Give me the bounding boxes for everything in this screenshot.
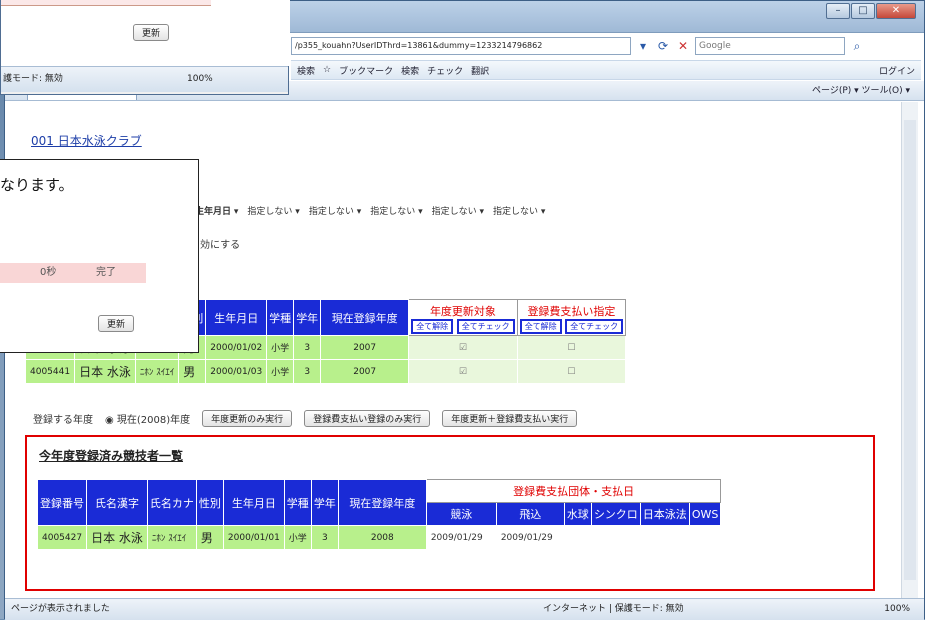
popup-message: なります。 <box>0 176 74 194</box>
progress-strip <box>1 0 211 6</box>
toolbar: 検索 ☆ ブックマーク 検索 チェック 翻訳 ログイン <box>291 60 921 80</box>
renew-checkbox[interactable]: ☑ <box>408 359 518 384</box>
table-row: 4005441 日本 水泳 ﾆﾎﾝ ｽｲｴｲ 男 2000/01/03 小学 3… <box>24 359 627 384</box>
registered-list-title: 今年度登録済み競技者一覧 <box>39 449 184 463</box>
group-renewal: 年度更新対象 全て解除 全てチェック <box>408 299 518 336</box>
stop-icon[interactable]: ✕ <box>675 38 691 54</box>
maximize-button[interactable]: □ <box>851 3 875 19</box>
toolbar-item-check[interactable]: チェック <box>427 64 463 77</box>
toolbar-item-translate[interactable]: 翻訳 <box>471 64 489 77</box>
window-controls: – □ ✕ <box>826 3 916 19</box>
progress-bar: 0秒 完了 <box>0 263 146 283</box>
year-radio[interactable]: ◉ 現在(2008)年度 <box>105 411 190 426</box>
dropdown-icon[interactable]: ▾ <box>635 38 651 54</box>
renew-checkbox[interactable]: ☑ <box>408 335 518 360</box>
sort-select-5[interactable]: 指定しない ▾ <box>432 204 484 217</box>
close-button[interactable]: ✕ <box>876 3 916 19</box>
toolbar-item-bookmark[interactable]: ブックマーク <box>339 64 393 77</box>
toolbar-item-search2[interactable]: 検索 <box>401 64 419 77</box>
popup-window-top: 更新 護モード: 無効 100% <box>0 0 290 95</box>
sort-select-4[interactable]: 指定しない ▾ <box>370 204 422 217</box>
pay-only-button[interactable]: 登録費支払い登録のみ実行 <box>304 410 431 427</box>
minimize-button[interactable]: – <box>826 3 850 19</box>
address-bar: /p355_kouahn?UserIDThrd=13861&dummy=1233… <box>291 36 865 56</box>
table-row: 4005427 日本 水泳 ﾆﾎﾝ ｽｲｴｲ 男 2000/01/01 小学 3… <box>36 525 722 550</box>
col-grade: 学年 <box>293 299 322 336</box>
sort-select-row: 生年月日 ▾ 指定しない ▾ 指定しない ▾ 指定しない ▾ 指定しない ▾ 指… <box>195 204 545 217</box>
command-bar[interactable]: ページ(P) ▾ ツール(O) ▾ <box>812 83 910 96</box>
status-bar: ページが表示されました インターネット | 保護モード: 無効 100% <box>5 598 924 620</box>
enable-option-text: 効にする <box>200 240 241 251</box>
vertical-scrollbar[interactable] <box>901 102 918 598</box>
pay-checkbox[interactable]: ☐ <box>516 359 627 384</box>
sort-select-6[interactable]: 指定しない ▾ <box>493 204 545 217</box>
highlight-box: 今年度登録済み競技者一覧 登録番号 氏名漢字 氏名カナ 性別 生年月日 学種 学… <box>25 435 875 591</box>
check-all-button[interactable]: 全てチェック <box>456 319 515 334</box>
sort-select-3[interactable]: 指定しない ▾ <box>309 204 361 217</box>
registered-table: 登録番号 氏名漢字 氏名カナ 性別 生年月日 学種 学年 現在登録年度 登録費支… <box>36 479 722 550</box>
update-button[interactable]: 更新 <box>98 315 135 332</box>
clear-all-button[interactable]: 全て解除 <box>411 319 454 334</box>
search-icon[interactable]: ⌕ <box>849 38 865 54</box>
star-icon[interactable]: ☆ <box>323 65 331 75</box>
url-field[interactable]: /p355_kouahn?UserIDThrd=13861&dummy=1233… <box>291 37 631 55</box>
toolbar-login[interactable]: ログイン <box>879 64 915 77</box>
zone-status: インターネット | 保護モード: 無効 <box>543 604 684 614</box>
toolbar-item-search[interactable]: 検索 <box>297 64 315 77</box>
sort-select-2[interactable]: 指定しない ▾ <box>247 204 299 217</box>
zoom-level[interactable]: 100% <box>884 599 910 619</box>
group-payment: 登録費支払い指定 全て解除 全てチェック <box>516 299 627 336</box>
col-school: 学種 <box>266 299 295 336</box>
clear-all-button[interactable]: 全て解除 <box>519 319 562 334</box>
renew-only-button[interactable]: 年度更新のみ実行 <box>202 410 293 427</box>
update-button[interactable]: 更新 <box>133 24 170 41</box>
popup-status-bar: 護モード: 無効 100% <box>1 66 288 92</box>
sort-select-1[interactable]: 生年月日 ▾ <box>195 204 238 217</box>
popup-window-progress: なります。 0秒 完了 更新 <box>0 159 199 353</box>
year-action-row: 登録する年度 ◉ 現在(2008)年度 年度更新のみ実行 登録費支払い登録のみ実… <box>33 410 578 427</box>
renew-and-pay-button[interactable]: 年度更新＋登録費支払い実行 <box>442 410 578 427</box>
year-label: 登録する年度 <box>33 415 93 426</box>
check-all-button[interactable]: 全てチェック <box>565 319 624 334</box>
col-dob: 生年月日 <box>205 299 268 336</box>
club-link[interactable]: 001 日本水泳クラブ <box>31 132 142 149</box>
payment-group-header: 登録費支払団体・支払日 <box>425 479 722 503</box>
col-year: 現在登録年度 <box>320 299 410 336</box>
popup-zoom[interactable]: 100% <box>187 67 213 91</box>
search-input[interactable]: Google <box>695 37 845 55</box>
pay-checkbox[interactable]: ☐ <box>516 335 627 360</box>
refresh-icon[interactable]: ⟳ <box>655 38 671 54</box>
